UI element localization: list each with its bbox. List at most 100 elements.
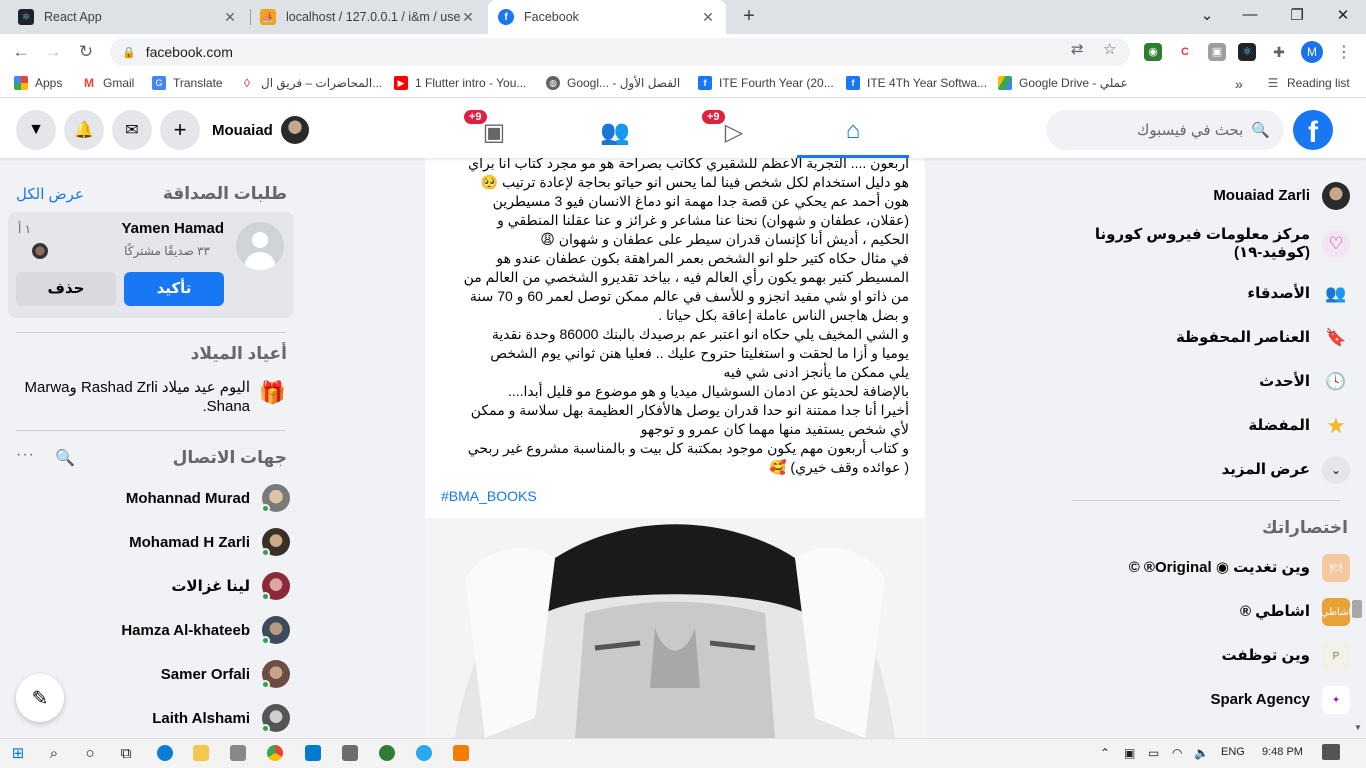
chrome-icon[interactable] <box>267 745 283 761</box>
extension-c-icon[interactable]: C <box>1176 43 1194 61</box>
tab-react-app[interactable]: ⚛ React App ✕ <box>8 0 248 34</box>
reload-icon[interactable]: ↻ <box>75 41 97 63</box>
bookmark-translate[interactable]: G Translate <box>152 76 223 90</box>
post-text-line: يلي ممكن ما يأنجز ادنى شي فيه <box>723 364 909 380</box>
messenger-icon[interactable]: ✉ <box>112 110 152 150</box>
vscode-icon[interactable] <box>305 745 321 761</box>
bookmark-gmail[interactable]: M Gmail <box>82 76 134 90</box>
wifi-icon[interactable]: ◠ <box>1172 746 1182 760</box>
avatar[interactable] <box>236 222 284 270</box>
nav-watch-icon[interactable]: ▷ +9 <box>678 106 790 158</box>
file-explorer-icon[interactable] <box>193 745 209 761</box>
request-name[interactable]: Yamen Hamad <box>121 220 224 237</box>
extension-globe-icon[interactable]: ◉ <box>1144 43 1162 61</box>
search-icon[interactable]: ⌕ <box>45 745 63 763</box>
more-bookmarks-icon[interactable]: » <box>1235 76 1243 92</box>
bookmark-first-semester[interactable]: ◍ Googl... - الفصل الأول <box>546 76 680 90</box>
profile-shortcut[interactable]: Mouaiad <box>212 112 309 148</box>
confirm-button[interactable]: تأكيد <box>124 272 224 306</box>
shortcut-item[interactable]: 🍽 وين تغديت ◉ Original® © <box>1070 554 1350 582</box>
address-bar[interactable]: 🔒 facebook.com <box>110 38 1130 66</box>
extension-image-icon[interactable]: ▣ <box>1208 43 1226 61</box>
shortcut-item[interactable]: ✦ Spark Agency <box>1070 686 1350 714</box>
telegram-icon[interactable] <box>416 745 432 761</box>
see-all-link[interactable]: عرض الكل <box>16 185 84 203</box>
mail-icon[interactable] <box>230 745 246 761</box>
restore-icon[interactable]: ❐ <box>1287 6 1307 24</box>
reading-list-button[interactable]: ☰ Reading list <box>1266 76 1350 90</box>
contact-item[interactable]: Mohannad Murad <box>0 476 290 520</box>
contact-item[interactable]: لينا غزالات <box>0 564 290 608</box>
new-tab-button[interactable]: + <box>738 6 760 28</box>
post-text-line: هون أحمد عم يحكي عن قصة جدا مهمة انو دما… <box>492 193 909 209</box>
windows-start-icon[interactable]: ⊞ <box>9 745 27 763</box>
close-tab-icon[interactable]: ✕ <box>700 9 716 26</box>
shortcut-item[interactable]: P وين توظفت <box>1070 642 1350 670</box>
contact-item[interactable]: Mohamad H Zarli <box>0 520 290 564</box>
forward-icon[interactable]: → <box>42 41 64 63</box>
hashtag-link[interactable]: #BMA_BOOKS <box>441 488 537 504</box>
language-indicator[interactable]: ENG <box>1221 746 1245 758</box>
task-view-icon[interactable]: ⧉ <box>117 745 135 763</box>
volume-icon[interactable]: 🔈 <box>1194 746 1209 760</box>
scroll-down-arrow-icon[interactable]: ▼ <box>1354 723 1362 732</box>
bookmark-apps[interactable]: Apps <box>14 76 62 90</box>
sidebar-item-favorites[interactable]: ★ المفضلة <box>1070 412 1350 440</box>
xampp-icon[interactable] <box>453 745 469 761</box>
facebook-search-input[interactable]: بحث في فيسبوك 🔍 <box>1046 110 1284 150</box>
extensions-puzzle-icon[interactable]: ✚ <box>1270 43 1288 61</box>
nav-home-icon[interactable]: ⌂ <box>797 106 909 158</box>
search-icon[interactable]: 🔍 <box>55 448 75 468</box>
close-tab-icon[interactable]: ✕ <box>222 9 238 26</box>
close-tab-icon[interactable]: ✕ <box>460 9 476 26</box>
tab-phpmyadmin[interactable]: ⛵ localhost / 127.0.0.1 / i&m / users ✕ <box>250 0 486 34</box>
profile-avatar[interactable]: M <box>1301 41 1323 63</box>
delete-button[interactable]: حذف <box>16 272 116 306</box>
notifications-bell-icon[interactable]: 🔔 <box>64 110 104 150</box>
birthday-text[interactable]: اليوم عيد ميلاد Rashad Zrli وMarwa Shana… <box>16 378 250 416</box>
sidebar-item-saved[interactable]: 🔖 العناصر المحفوظة <box>1070 324 1350 352</box>
birthdays-title: أعياد الميلاد <box>190 344 287 363</box>
bookmark-ite-fourth-year[interactable]: f ITE Fourth Year (20... <box>698 76 834 90</box>
notifications-icon[interactable] <box>1322 744 1340 760</box>
sidebar-item-recent[interactable]: 🕓 الأحدث <box>1070 368 1350 396</box>
bookmark-lectures[interactable]: ◊ المحاضرات – فريق ال... <box>240 76 382 90</box>
menu-kebab-icon[interactable]: ⋮ <box>1336 42 1352 62</box>
contact-item[interactable]: Hamza Al-khateeb <box>0 608 290 652</box>
create-plus-icon[interactable]: + <box>160 110 200 150</box>
bookmark-flutter-intro[interactable]: ▶ 1 Flutter intro - You... <box>394 76 526 90</box>
edge-icon[interactable] <box>157 745 173 761</box>
bookmark-google-drive[interactable]: Google Drive - عملي <box>998 76 1128 90</box>
back-icon[interactable]: ← <box>10 41 32 63</box>
bookmark-ite-4th-year-software[interactable]: f ITE 4Th Year Softwa... <box>846 76 987 90</box>
tab-facebook[interactable]: f Facebook ✕ <box>488 0 726 34</box>
bookmark-star-icon[interactable]: ☆ <box>1103 40 1116 58</box>
minimize-icon[interactable]: — <box>1240 6 1260 23</box>
phpmyadmin-icon: ⛵ <box>260 9 276 25</box>
tab-search-icon[interactable]: ⌄ <box>1197 6 1217 24</box>
battery-icon[interactable]: ▭ <box>1148 746 1159 760</box>
sidebar-item-profile[interactable]: Mouaiad Zarli <box>1070 182 1350 210</box>
globe-app-icon[interactable] <box>379 745 395 761</box>
page-scrollbar[interactable] <box>1352 600 1362 618</box>
sidebar-item-see-more[interactable]: ⌄ عرض المزيد <box>1070 456 1350 484</box>
network-tool-icon[interactable] <box>342 745 358 761</box>
close-window-icon[interactable]: ✕ <box>1333 6 1353 24</box>
react-devtools-icon[interactable]: ⚛ <box>1238 43 1256 61</box>
cortana-icon[interactable]: ○ <box>81 745 99 763</box>
nav-people-icon[interactable]: 👥 <box>559 106 671 158</box>
nav-groups-icon[interactable]: ▣ +9 <box>438 106 550 158</box>
facebook-logo-icon[interactable]: f <box>1293 110 1333 150</box>
sidebar-item-covid-info[interactable]: ♡ مركز معلومات فيروس كورونا (كوفيد-١٩) <box>1070 226 1350 262</box>
post-photo[interactable] <box>425 518 925 738</box>
new-message-compose-icon[interactable]: ✎ <box>16 674 64 722</box>
account-menu-chevron-icon[interactable]: ▼ <box>16 110 56 150</box>
show-hidden-icons-icon[interactable]: ⌃ <box>1100 746 1110 760</box>
tray-app-icon[interactable]: ▣ <box>1124 746 1135 760</box>
shortcut-item[interactable]: اشاطي اشاطي ® <box>1070 598 1350 626</box>
drop-icon: ◊ <box>240 76 254 90</box>
translate-icon[interactable]: ⇄ <box>1071 40 1084 58</box>
sidebar-item-friends[interactable]: 👥 الأصدقاء <box>1070 280 1350 308</box>
clock[interactable]: 9:48 PM <box>1262 746 1303 758</box>
more-options-icon[interactable]: ··· <box>16 446 35 464</box>
